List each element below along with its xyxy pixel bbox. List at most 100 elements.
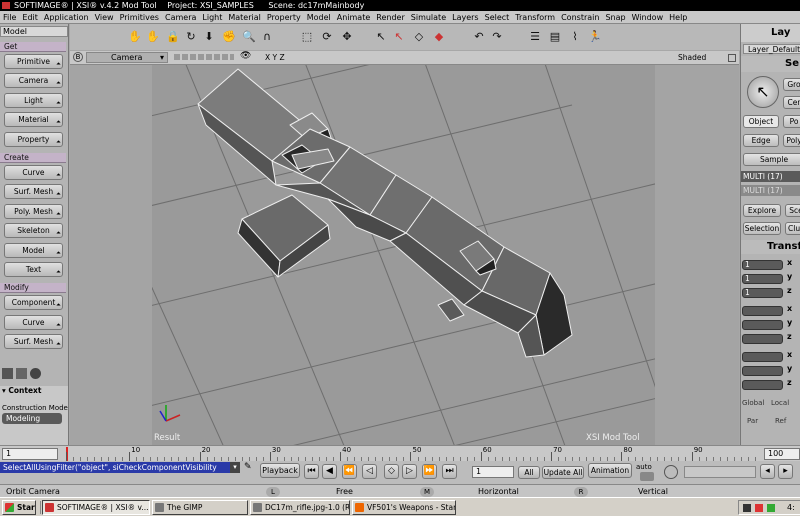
local-label[interactable]: Local xyxy=(771,399,789,407)
create-curve-button[interactable]: Curve xyxy=(4,165,63,180)
redo-icon[interactable]: ↷ xyxy=(490,30,504,44)
explorer-icon[interactable]: ☰ xyxy=(528,30,542,44)
object-button[interactable]: Object xyxy=(743,115,779,128)
menu-model[interactable]: Model xyxy=(304,11,334,23)
play-forward-icon[interactable]: ▷ xyxy=(402,464,417,479)
schematic-icon[interactable]: ▤ xyxy=(548,30,562,44)
get-primitive-button[interactable]: Primitive xyxy=(4,54,63,69)
runner-icon[interactable]: 🏃 xyxy=(588,30,602,44)
group-button[interactable]: Gro xyxy=(783,78,800,91)
menu-material[interactable]: Material xyxy=(225,11,264,23)
explore-button[interactable]: Explore xyxy=(743,204,781,217)
tray-icon-3[interactable] xyxy=(767,504,775,512)
menu-transform[interactable]: Transform xyxy=(512,11,558,23)
down-arrow-icon[interactable]: ⬇ xyxy=(202,30,216,44)
last-frame-icon[interactable]: ⏭ xyxy=(442,464,457,479)
rotate-icon[interactable]: ↻ xyxy=(184,30,198,44)
layer-default-field[interactable]: Layer_Default xyxy=(743,44,800,54)
shading-mode[interactable]: Shaded xyxy=(678,53,706,62)
scene-button[interactable]: Sce xyxy=(785,204,800,217)
create-model-button[interactable]: Model xyxy=(4,242,63,258)
selection-field-2[interactable]: MULTI (17) xyxy=(741,185,800,196)
command-history-chevron-icon[interactable]: ▾ xyxy=(230,462,240,473)
reference-label[interactable]: Ref xyxy=(775,417,786,425)
tool-icon-1[interactable] xyxy=(2,368,13,379)
toolbar-mode-selector[interactable]: Model xyxy=(0,26,68,37)
prev-key-icon[interactable]: ⏪ xyxy=(342,464,357,479)
frame-icon[interactable]: ⬚ xyxy=(300,30,314,44)
get-camera-button[interactable]: Camera xyxy=(4,73,63,89)
create-poly-mesh-button[interactable]: Poly. Mesh xyxy=(4,203,63,219)
menu-simulate[interactable]: Simulate xyxy=(408,11,449,23)
tag-icon[interactable]: ◇ xyxy=(412,30,426,44)
transform-field-1[interactable]: 1 xyxy=(742,274,783,284)
auto-key-label[interactable]: auto xyxy=(636,463,652,471)
pointer-icon[interactable]: ↖ xyxy=(374,30,388,44)
key-prev-icon[interactable]: ◂ xyxy=(760,464,775,479)
task-gimp-image[interactable]: DC17m_rifle.jpg-1.0 (RG... xyxy=(250,500,350,515)
timeline[interactable]: 1 10 20 30 40 50 60 70 80 90 100 xyxy=(0,445,800,461)
transform-field-3[interactable] xyxy=(742,306,783,316)
menu-render[interactable]: Render xyxy=(373,11,407,23)
pan-icon[interactable]: ✊ xyxy=(222,30,236,44)
camera-menu[interactable]: Camera ▾ xyxy=(86,52,168,63)
visibility-eye-icon[interactable]: 👁 xyxy=(240,51,251,61)
tray-icon-2[interactable] xyxy=(755,504,763,512)
transform-field-4[interactable] xyxy=(742,320,783,330)
tool-icon-2[interactable] xyxy=(16,368,27,379)
3d-viewport[interactable]: Result XSI Mod Tool xyxy=(152,65,655,445)
task-softimage[interactable]: SOFTIMAGE® | XSI® v... xyxy=(42,500,150,515)
get-property-button[interactable]: Property xyxy=(4,131,63,147)
hand-move-icon[interactable]: ✋ xyxy=(146,30,160,44)
tray-icon-1[interactable] xyxy=(743,504,751,512)
maximize-viewport-icon[interactable] xyxy=(728,54,736,62)
get-material-button[interactable]: Material xyxy=(4,112,63,128)
stop-icon[interactable]: ◇ xyxy=(384,464,399,479)
update-all-button[interactable]: Update All xyxy=(542,466,584,479)
orbit-icon[interactable]: ∩ xyxy=(260,30,274,44)
menu-help[interactable]: Help xyxy=(666,11,690,23)
next-key-icon[interactable]: ⏩ xyxy=(422,464,437,479)
menu-window[interactable]: Window xyxy=(629,11,667,23)
play-backward-icon[interactable]: ◁ xyxy=(362,464,377,479)
playback-frame-field[interactable]: 1 xyxy=(472,466,514,478)
menu-camera[interactable]: Camera xyxy=(162,11,199,23)
get-light-button[interactable]: Light xyxy=(4,92,63,108)
menu-light[interactable]: Light xyxy=(199,11,225,23)
playback-button[interactable]: Playback xyxy=(260,463,300,478)
transform-field-6[interactable] xyxy=(742,352,783,362)
select-red-icon[interactable]: ↖ xyxy=(392,30,406,44)
menu-application[interactable]: Application xyxy=(41,11,92,23)
selection-field-1[interactable]: MULTI (17) xyxy=(741,171,800,182)
first-frame-icon[interactable]: ⏮ xyxy=(304,464,319,479)
center-button[interactable]: Cer xyxy=(783,96,800,109)
task-browser[interactable]: VF501's Weapons - Star ... xyxy=(352,500,456,515)
create-surf-mesh-button[interactable]: Surf. Mesh xyxy=(4,184,63,200)
parent-label[interactable]: Par xyxy=(747,417,758,425)
undo-icon[interactable]: ↶ xyxy=(472,30,486,44)
key-field[interactable] xyxy=(684,466,756,478)
clusters-button[interactable]: Clus xyxy=(785,222,800,235)
key-status-icon[interactable] xyxy=(664,465,678,479)
menu-snap[interactable]: Snap xyxy=(602,11,628,23)
lock-icon[interactable]: 🔒 xyxy=(166,30,180,44)
rotate-view-icon[interactable]: ⟳ xyxy=(320,30,334,44)
fcurve-icon[interactable]: ⌇ xyxy=(568,30,582,44)
modify-curve-button[interactable]: Curve xyxy=(4,314,63,330)
script-editor-icon[interactable]: ✎ xyxy=(244,462,256,476)
transform-field-2[interactable]: 1 xyxy=(742,288,783,298)
point-button[interactable]: Po xyxy=(783,115,800,128)
menu-layers[interactable]: Layers xyxy=(449,11,481,23)
menu-animate[interactable]: Animate xyxy=(334,11,374,23)
transform-field-5[interactable] xyxy=(742,334,783,344)
menu-view[interactable]: View xyxy=(92,11,117,23)
hand-select-icon[interactable]: ✋ xyxy=(128,30,142,44)
modify-surf-mesh-button[interactable]: Surf. Mesh xyxy=(4,334,63,350)
sample-button[interactable]: Sample xyxy=(743,153,800,166)
transform-field-7[interactable] xyxy=(742,366,783,376)
move-view-icon[interactable]: ✥ xyxy=(340,30,354,44)
all-button[interactable]: All xyxy=(518,466,540,479)
selection-button[interactable]: Selection xyxy=(743,222,781,235)
create-text-button[interactable]: Text xyxy=(4,262,63,277)
construction-mode-dropdown[interactable]: Modeling xyxy=(2,413,62,424)
